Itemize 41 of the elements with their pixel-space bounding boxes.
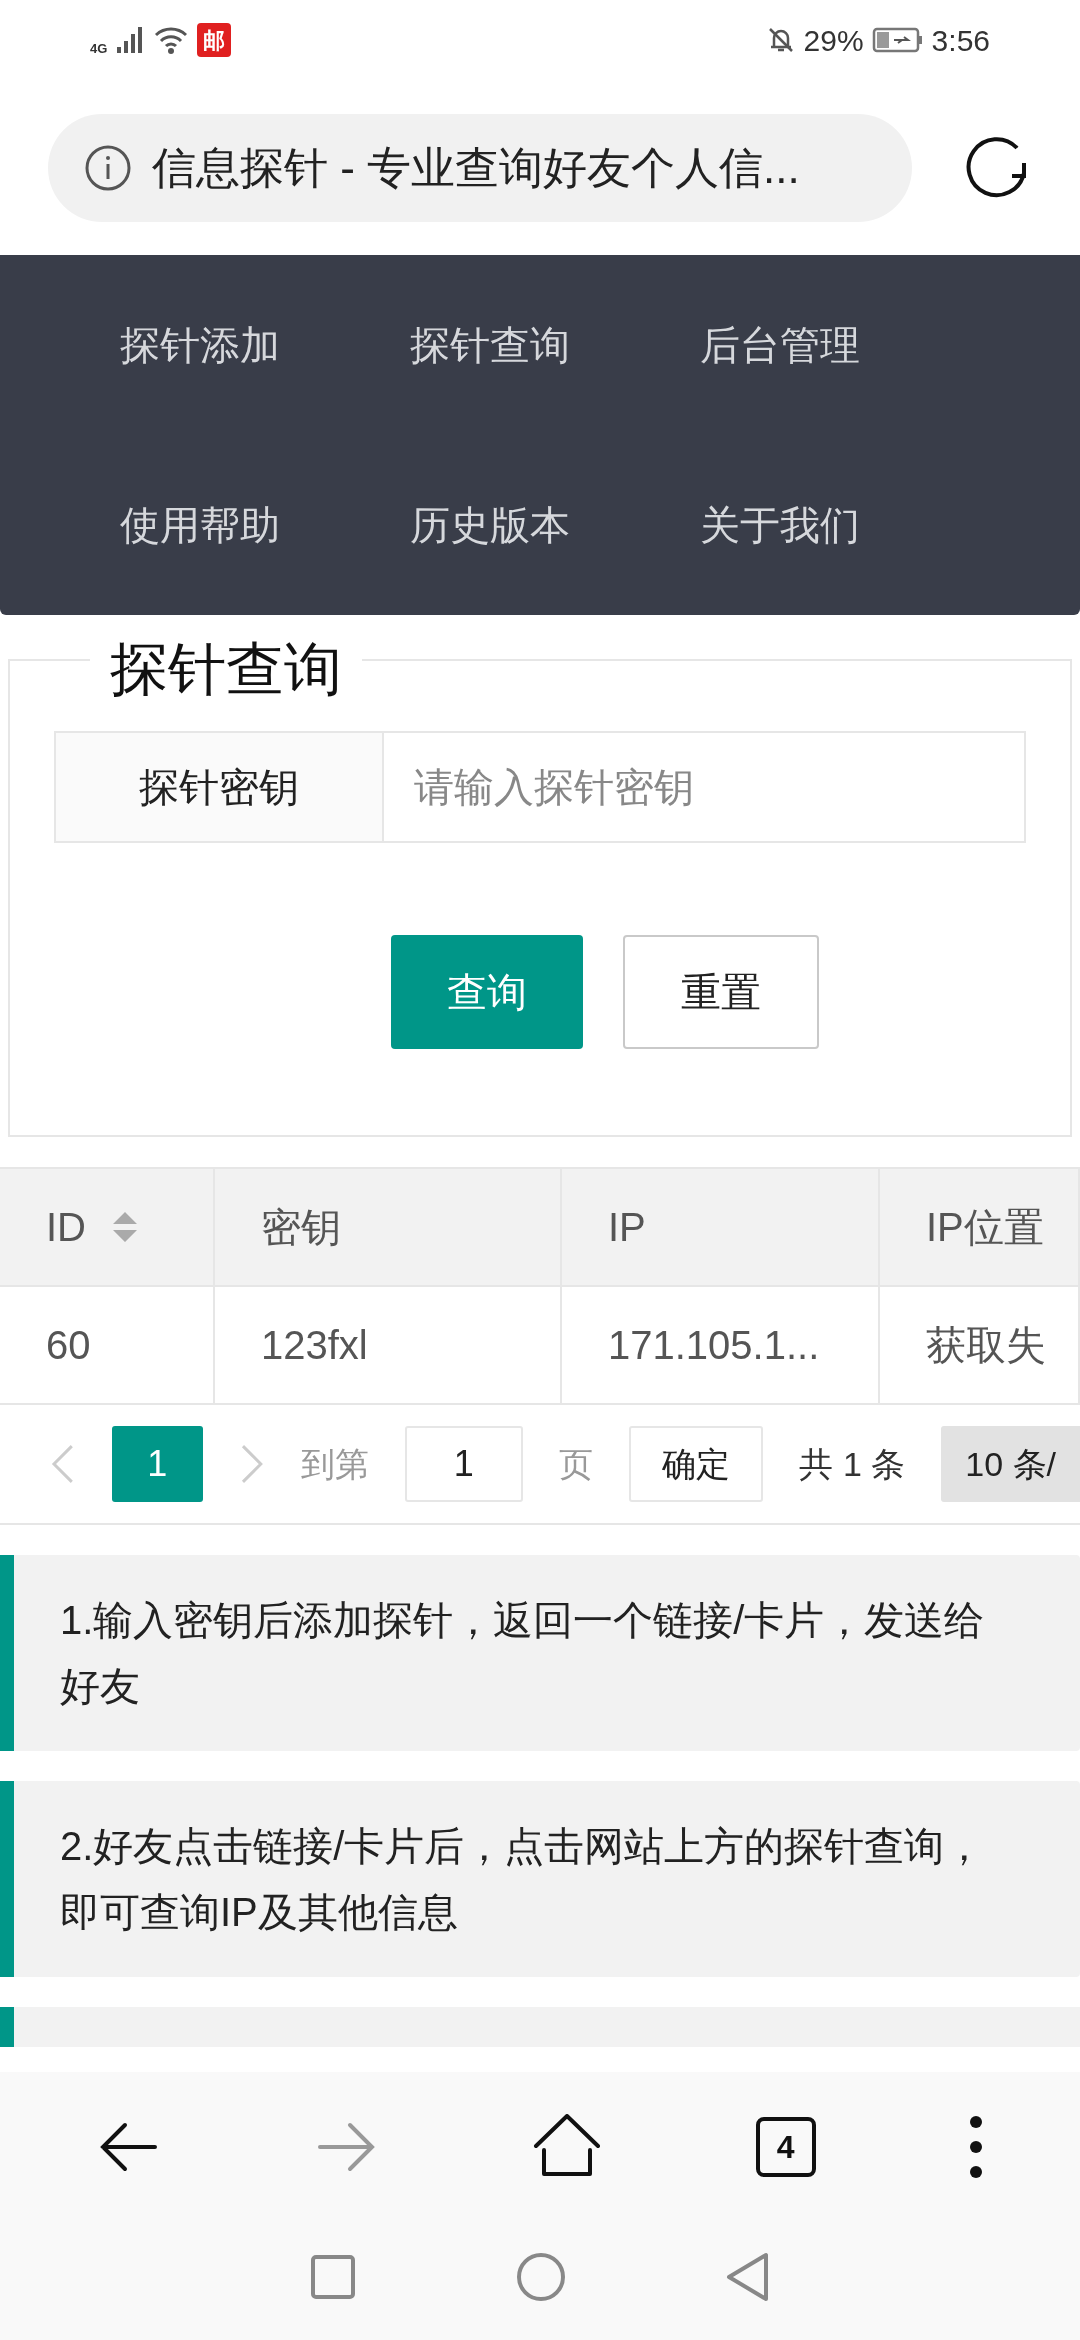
- wifi-icon: [153, 25, 190, 55]
- recents-icon[interactable]: [310, 2254, 356, 2300]
- nav-link[interactable]: 使用帮助: [120, 495, 410, 555]
- column-header: IP: [562, 1169, 880, 1285]
- info-icon: [84, 143, 132, 192]
- column-header: 密钥: [215, 1169, 562, 1285]
- field-label: 探针密钥: [54, 731, 384, 843]
- note-text: 1.输入密钥后添加探针，返回一个链接/卡片，发送给好友: [0, 1555, 1080, 1751]
- column-header: IP位置: [880, 1169, 1080, 1285]
- search-button[interactable]: 查询: [391, 935, 583, 1049]
- nav-link[interactable]: 关于我们: [700, 495, 990, 555]
- table-cell: 获取失: [880, 1287, 1080, 1403]
- battery-percent: 29%: [803, 22, 864, 59]
- nav-link[interactable]: 探针查询: [410, 315, 700, 375]
- page-button[interactable]: 1: [111, 1426, 203, 1502]
- nav-link[interactable]: 后台管理: [700, 315, 990, 375]
- tabs-count-button[interactable]: 4: [755, 2117, 816, 2177]
- reset-button[interactable]: 重置: [623, 935, 819, 1049]
- column-header: ID: [0, 1169, 215, 1285]
- goto-label: 到第: [300, 1443, 369, 1485]
- more-menu-icon[interactable]: [969, 2115, 984, 2179]
- home-circle-icon[interactable]: [516, 2252, 566, 2302]
- address-bar[interactable]: 信息探针 - 专业查询好友个人信...: [48, 113, 912, 222]
- nav-link[interactable]: 探针添加: [120, 315, 410, 375]
- battery-icon: [871, 26, 924, 54]
- nav-link[interactable]: 历史版本: [410, 495, 700, 555]
- page-size-select[interactable]: 10 条/: [941, 1426, 1080, 1502]
- key-input[interactable]: 请输入探针密钥: [384, 731, 1026, 843]
- table-cell: 60: [0, 1287, 215, 1403]
- network-type: 4G: [90, 40, 108, 59]
- total-count: 共 1 条: [799, 1443, 906, 1485]
- note-text: 2.好友点击链接/卡片后，点击网站上方的探针查询，即可查询IP及其他信息: [0, 1781, 1080, 1977]
- confirm-button[interactable]: 确定: [628, 1426, 764, 1502]
- page-unit: 页: [558, 1443, 593, 1485]
- table-cell: 171.105.1...: [562, 1287, 880, 1403]
- back-triangle-icon[interactable]: [726, 2252, 770, 2302]
- page-title: 信息探针 - 专业查询好友个人信...: [152, 141, 800, 194]
- table-cell: 123fxl: [215, 1287, 562, 1403]
- app-badge: 邮: [197, 23, 232, 57]
- page-input[interactable]: 1: [404, 1426, 523, 1502]
- clock-time: 3:56: [931, 22, 990, 59]
